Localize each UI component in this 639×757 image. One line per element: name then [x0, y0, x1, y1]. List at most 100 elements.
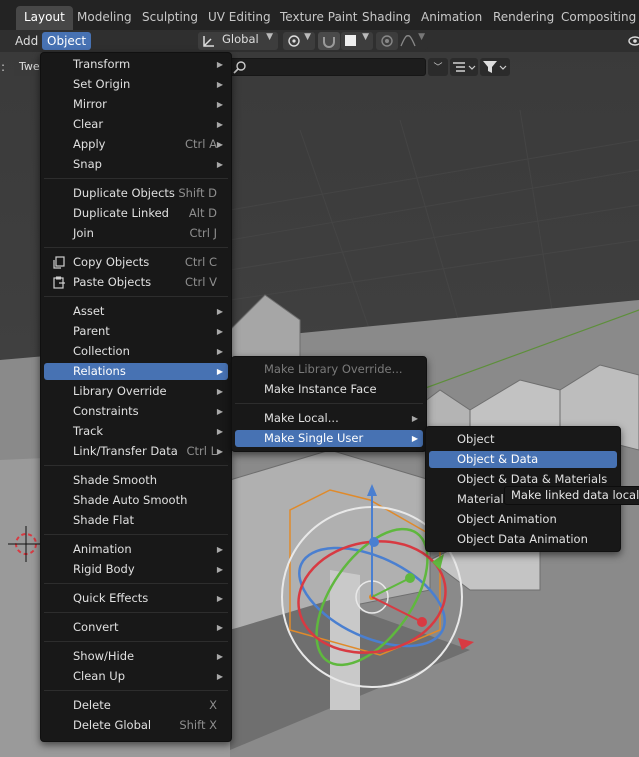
edge-marker: :	[1, 60, 6, 74]
chevron-right-icon: ▶	[216, 565, 223, 574]
menu-item-label: Make Library Override...	[264, 362, 403, 376]
menu-item-make-single-user[interactable]: Make Single User ▶	[235, 430, 423, 447]
orientation-dropdown[interactable]: Global ▼	[198, 32, 278, 50]
tab-shading[interactable]: Shading	[354, 6, 419, 30]
menu-item-rigid-body[interactable]: Rigid Body ▶	[44, 561, 228, 578]
tab-animation[interactable]: Animation	[413, 6, 490, 30]
visibility-eye-icon[interactable]	[628, 34, 639, 48]
menu-item-duplicate-linked[interactable]: Duplicate Linked Alt D	[44, 205, 228, 222]
menu-item-label: Apply	[73, 137, 106, 151]
menu-item-track[interactable]: Track ▶	[44, 423, 228, 440]
filter-dropdown[interactable]: ﹀	[428, 58, 448, 76]
menu-item-object[interactable]: Object	[429, 431, 617, 448]
shortcut-label: Ctrl J	[189, 226, 217, 240]
tab-uv-editing[interactable]: UV Editing	[200, 6, 279, 30]
chevron-right-icon: ▶	[216, 594, 223, 603]
menu-separator	[44, 178, 228, 179]
menu-item-quick-effects[interactable]: Quick Effects ▶	[44, 590, 228, 607]
menu-item-apply[interactable]: Apply Ctrl A ▶	[44, 136, 228, 153]
menu-item-label: Shade Smooth	[73, 473, 158, 487]
menu-item-label: Collection	[73, 344, 130, 358]
menu-item-parent[interactable]: Parent ▶	[44, 323, 228, 340]
tab-compositing[interactable]: Compositing	[553, 6, 639, 30]
menu-item-mirror[interactable]: Mirror ▶	[44, 96, 228, 113]
pivot-point-dropdown[interactable]: ▼	[283, 32, 315, 50]
chevron-right-icon: ▶	[216, 100, 223, 109]
chevron-right-icon: ▶	[216, 672, 223, 681]
menu-item-shade-smooth[interactable]: Shade Smooth	[44, 472, 228, 489]
menu-item-make-library-override[interactable]: Make Library Override...	[235, 361, 423, 378]
falloff-dropdown[interactable]: ▼	[398, 32, 428, 50]
workspace-tabs-bar: Layout Modeling Sculpting UV Editing Tex…	[0, 0, 639, 30]
chevron-down-icon: ﹀	[433, 63, 443, 73]
menu-item-object-and-data[interactable]: Object & Data	[429, 451, 617, 468]
tab-sculpting[interactable]: Sculpting	[134, 6, 206, 30]
menu-item-label: Relations	[73, 364, 126, 378]
menu-item-label: Clean Up	[73, 669, 126, 683]
menu-item-make-local[interactable]: Make Local... ▶	[235, 410, 423, 427]
filter-funnel-dropdown[interactable]	[480, 58, 510, 76]
menu-item-label: Quick Effects	[73, 591, 149, 605]
menu-item-make-instance-face[interactable]: Make Instance Face	[235, 381, 423, 398]
menu-item-show-hide[interactable]: Show/Hide ▶	[44, 648, 228, 665]
chevron-right-icon: ▶	[216, 623, 223, 632]
menu-item-set-origin[interactable]: Set Origin ▶	[44, 76, 228, 93]
chevron-right-icon: ▶	[216, 387, 223, 396]
menu-item-collection[interactable]: Collection ▶	[44, 343, 228, 360]
chevron-right-icon: ▶	[216, 60, 223, 69]
orientation-label: Global	[222, 32, 259, 46]
menu-item-delete[interactable]: Delete X	[44, 697, 228, 714]
square-icon	[345, 35, 356, 46]
menu-separator	[235, 403, 423, 404]
display-mode-dropdown[interactable]	[450, 58, 478, 76]
chevron-down-icon: ▼	[362, 32, 369, 42]
snap-toggle[interactable]	[318, 32, 340, 50]
menu-item-label: Delete Global	[73, 718, 152, 732]
menu-item-object-data-animation[interactable]: Object Data Animation	[429, 531, 617, 548]
menu-item-clean-up[interactable]: Clean Up ▶	[44, 668, 228, 685]
menu-item-transform[interactable]: Transform ▶	[44, 56, 228, 73]
menu-item-constraints[interactable]: Constraints ▶	[44, 403, 228, 420]
menu-item-object-animation[interactable]: Object Animation	[429, 511, 617, 528]
menu-item-duplicate-objects[interactable]: Duplicate Objects Shift D	[44, 185, 228, 202]
chevron-right-icon: ▶	[216, 652, 223, 661]
menu-item-shade-auto-smooth[interactable]: Shade Auto Smooth	[44, 492, 228, 509]
chevron-right-icon: ▶	[216, 427, 223, 436]
shortcut-label: Shift D	[178, 186, 217, 200]
menu-item-shade-flat[interactable]: Shade Flat	[44, 512, 228, 529]
chevron-right-icon: ▶	[216, 347, 223, 356]
menu-item-label: Shade Auto Smooth	[73, 493, 188, 507]
menu-item-label: Make Local...	[264, 411, 339, 425]
object-menu-button[interactable]: Object	[42, 32, 92, 50]
shortcut-label: X	[209, 698, 217, 712]
menu-item-join[interactable]: Join Ctrl J	[44, 225, 228, 242]
menu-item-asset[interactable]: Asset ▶	[44, 303, 228, 320]
menu-item-label: Shade Flat	[73, 513, 135, 527]
tab-rendering[interactable]: Rendering	[485, 6, 562, 30]
menu-separator	[44, 296, 228, 297]
tab-texture-paint[interactable]: Texture Paint	[272, 6, 365, 30]
search-input[interactable]	[228, 58, 426, 76]
menu-item-animation[interactable]: Animation ▶	[44, 541, 228, 558]
menu-item-library-override[interactable]: Library Override ▶	[44, 383, 228, 400]
menu-item-link-transfer-data[interactable]: Link/Transfer Data Ctrl L ▶	[44, 443, 228, 460]
menu-separator	[44, 534, 228, 535]
proportional-edit-toggle[interactable]	[376, 32, 398, 50]
snap-target-dropdown[interactable]: ▼	[341, 32, 373, 50]
chevron-right-icon: ▶	[216, 160, 223, 169]
add-menu-button[interactable]: Add	[10, 32, 43, 50]
menu-item-label: Delete	[73, 698, 111, 712]
menu-item-clear[interactable]: Clear ▶	[44, 116, 228, 133]
menu-item-delete-global[interactable]: Delete Global Shift X	[44, 717, 228, 734]
menu-item-copy-objects[interactable]: Copy Objects Ctrl C	[44, 254, 228, 271]
menu-separator	[44, 583, 228, 584]
menu-item-snap[interactable]: Snap ▶	[44, 156, 228, 173]
chevron-right-icon: ▶	[216, 140, 223, 149]
tab-layout[interactable]: Layout	[16, 6, 73, 30]
menu-item-label: Parent	[73, 324, 110, 338]
tab-modeling[interactable]: Modeling	[69, 6, 140, 30]
menu-item-relations[interactable]: Relations ▶	[44, 363, 228, 380]
menu-item-convert[interactable]: Convert ▶	[44, 619, 228, 636]
menu-item-label: Object Animation	[457, 512, 557, 526]
menu-item-paste-objects[interactable]: Paste Objects Ctrl V	[44, 274, 228, 291]
